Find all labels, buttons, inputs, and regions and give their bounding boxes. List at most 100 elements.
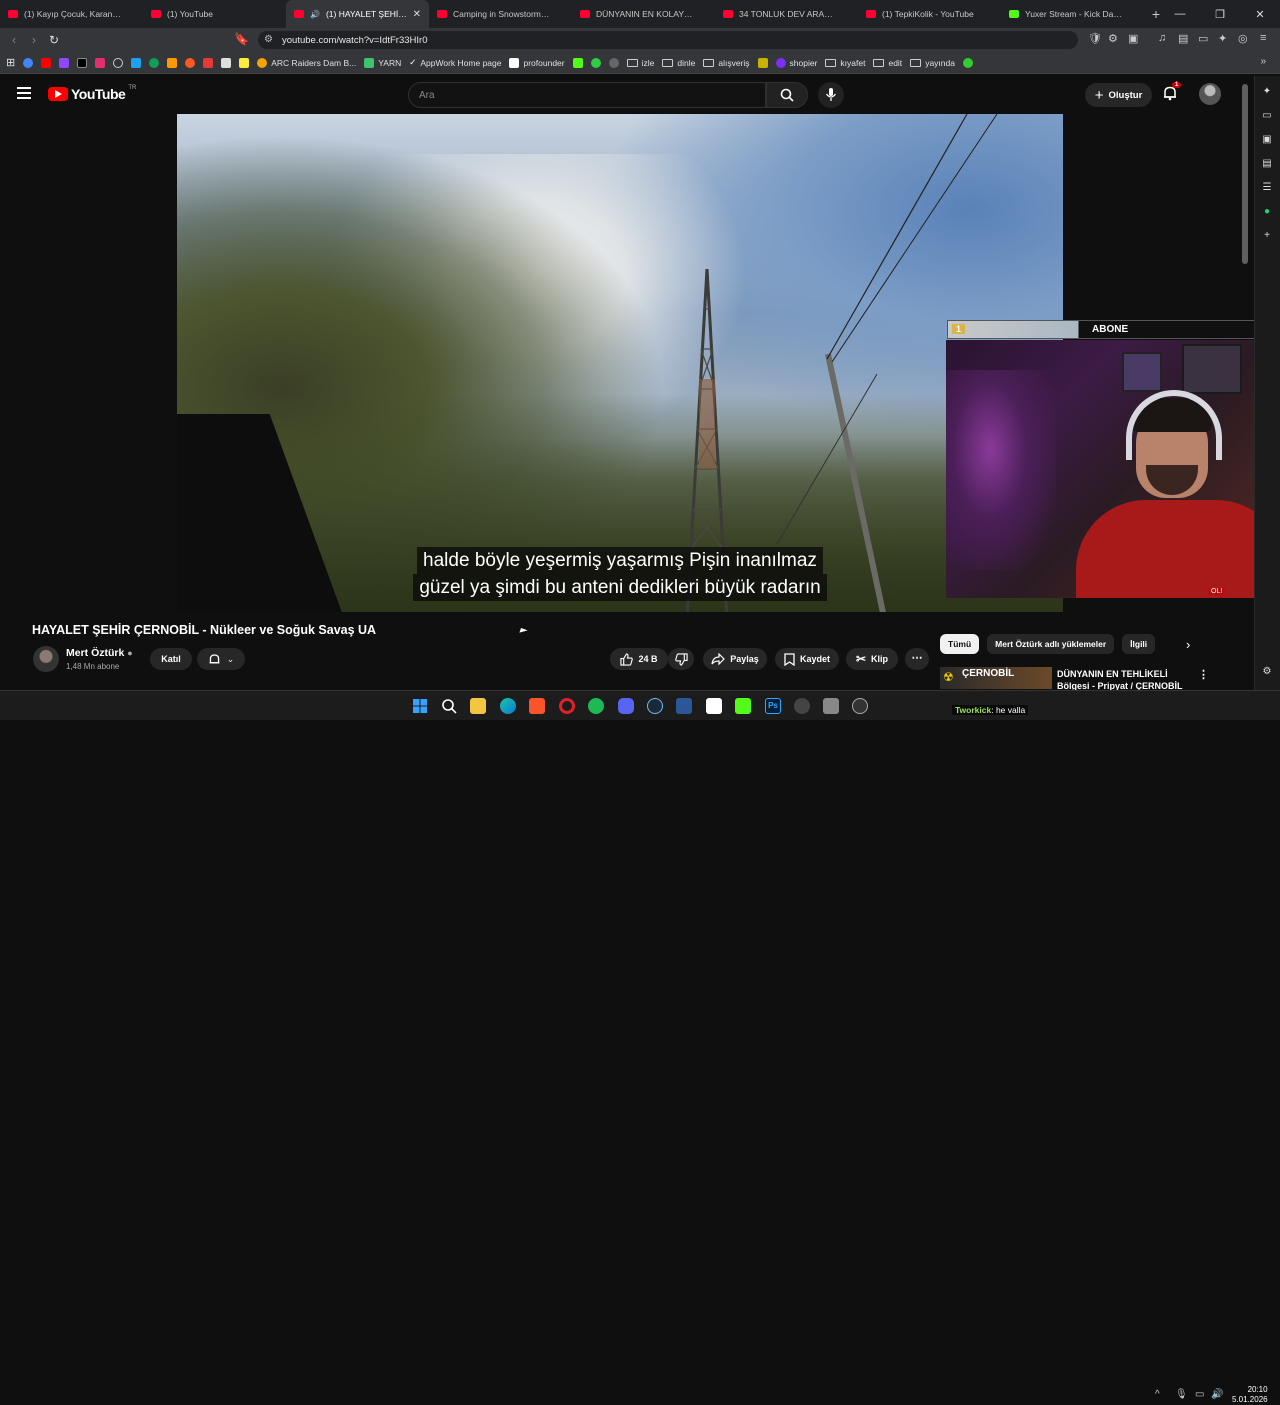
bookmark-favicon-icon[interactable] [167, 57, 178, 68]
browser-tab[interactable]: DÜNYANIN EN KOLAY BANKA [572, 0, 715, 28]
minimize-icon[interactable]: — [1160, 8, 1200, 20]
bookmark-icon[interactable]: 🔖 [234, 32, 249, 46]
tray-chevron-icon[interactable]: ^ [1155, 1389, 1160, 1400]
bookmark-folder-kiyafet[interactable]: kıyafet [825, 58, 865, 68]
bookmark-favicon-icon[interactable] [608, 57, 619, 68]
browser-tab[interactable]: (1) YouTube [143, 0, 286, 28]
bookmark-appwork[interactable]: ✓ AppWork Home page [409, 57, 501, 68]
browser-tab[interactable]: (1) Kayıp Çocuk, Karanlık Hatıra [0, 0, 143, 28]
browser-tab-active[interactable]: 🔊 (1) HAYALET ŞEHİR ÇERNOBİL✕ [286, 0, 429, 28]
spotify-icon[interactable] [588, 698, 604, 714]
clip-button[interactable]: ✂ Klip [846, 648, 898, 670]
account-avatar[interactable] [1199, 83, 1221, 105]
brave-shield-icon[interactable]: 🛡 [1088, 32, 1102, 45]
file-explorer-icon[interactable] [470, 698, 486, 714]
search-input[interactable]: Ara [408, 82, 766, 108]
extension-icon[interactable]: ⚙ [1108, 32, 1118, 45]
network-icon[interactable]: ▭ [1195, 1389, 1204, 1400]
site-info-icon[interactable]: ⚙ [264, 34, 273, 45]
bookmark-folder-edit[interactable]: edit [873, 58, 902, 68]
bookmark-favicon-icon[interactable] [590, 57, 601, 68]
video-options-icon[interactable]: ⋮ [1198, 668, 1209, 681]
sidebar-toggle-icon[interactable]: ▤ [1178, 32, 1188, 45]
whatsapp-icon[interactable]: ● [1261, 206, 1273, 218]
recommended-video-title[interactable]: DÜNYANIN EN TEHLİKELİ Bölgesi - Pripyat … [1057, 668, 1185, 690]
history-icon[interactable]: ☰ [1261, 182, 1273, 194]
leo-ai-icon[interactable]: ✦ [1261, 86, 1273, 98]
dislike-button[interactable] [668, 648, 694, 670]
bookmark-shopier[interactable]: shopier [775, 57, 817, 68]
save-button[interactable]: Kaydet [775, 648, 839, 670]
bookmark-arc-raiders[interactable]: ARC Raiders Dam B... [257, 57, 356, 68]
more-actions-button[interactable]: ⋯ [905, 648, 929, 670]
bookmark-favicon-icon[interactable] [131, 57, 142, 68]
steam-icon[interactable] [647, 698, 663, 714]
wallet-icon[interactable]: ▭ [1198, 32, 1208, 45]
bookmark-favicon-icon[interactable] [757, 57, 768, 68]
browser-tab[interactable]: 34 TONLUK DEV ARAÇ İCAT ED [715, 0, 858, 28]
bookmark-folder-alisveris[interactable]: alışveriş [703, 58, 750, 68]
bookmark-favicon-icon[interactable] [962, 57, 973, 68]
music-icon[interactable]: ♫ [1158, 32, 1166, 44]
bookmark-favicon-icon[interactable] [113, 57, 124, 68]
app-icon[interactable] [823, 698, 839, 714]
calculator-icon[interactable] [676, 698, 692, 714]
search-icon[interactable] [441, 698, 457, 714]
menu-hamburger-icon[interactable] [17, 87, 31, 99]
voice-search-button[interactable] [818, 82, 844, 108]
photoshop-icon[interactable]: Ps [765, 698, 781, 714]
windows-start-icon[interactable] [412, 698, 428, 714]
bookmark-favicon-icon[interactable] [572, 57, 583, 68]
kick-icon[interactable] [735, 698, 751, 714]
channel-avatar[interactable] [33, 646, 59, 672]
edge-browser-icon[interactable] [500, 698, 516, 714]
bookmark-favicon-icon[interactable] [59, 57, 70, 68]
bookmark-favicon-icon[interactable] [185, 57, 196, 68]
app-icon[interactable] [706, 698, 722, 714]
bookmark-favicon-icon[interactable] [203, 57, 214, 68]
ai-icon[interactable]: ✦ [1218, 32, 1227, 45]
bookmark-favicon-icon[interactable] [239, 57, 250, 68]
forward-icon[interactable]: › [24, 33, 44, 47]
bookmark-yarn[interactable]: YARN [364, 57, 401, 68]
chip-related[interactable]: İlgili [1122, 634, 1156, 654]
add-panel-icon[interactable]: + [1261, 230, 1273, 242]
bookmark-favicon-icon[interactable] [221, 57, 232, 68]
wallet-icon[interactable]: ▣ [1261, 134, 1273, 146]
more-bookmarks-icon[interactable]: » [1260, 56, 1266, 67]
brave-browser-icon[interactable] [529, 698, 545, 714]
subscription-notify-button[interactable]: ⌄ [197, 648, 245, 670]
obs-icon[interactable] [794, 698, 810, 714]
chip-all[interactable]: Tümü [940, 634, 980, 654]
channel-name-row[interactable]: Mert Öztürk ● [66, 647, 133, 659]
browser-tab[interactable]: (1) TepkiKolik - YouTube [858, 0, 1001, 28]
page-scrollbar[interactable] [1242, 84, 1248, 264]
volume-icon[interactable]: 🔊 [1211, 1389, 1223, 1400]
speaker-icon[interactable]: 🔊 [310, 10, 320, 19]
extension-icon[interactable]: ▣ [1128, 32, 1138, 45]
app-icon[interactable] [852, 698, 868, 714]
video-player[interactable]: halde böyle yeşermiş yaşarmış Pişin inan… [177, 114, 1063, 612]
settings-gear-icon[interactable]: ⚙ [1261, 666, 1273, 678]
bookmark-favicon-icon[interactable] [77, 57, 88, 68]
apps-grid-icon[interactable]: ⊞ [6, 56, 15, 69]
create-button[interactable]: + Oluştur [1085, 83, 1152, 107]
chevron-right-icon[interactable]: › [1186, 637, 1190, 652]
bookmark-folder-dinle[interactable]: dinle [662, 58, 695, 68]
like-button[interactable]: 24 B [610, 648, 668, 670]
bookmarks-panel-icon[interactable]: ▤ [1261, 158, 1273, 170]
bookmark-favicon-icon[interactable] [41, 57, 52, 68]
youtube-logo[interactable]: YouTube TR [48, 85, 136, 102]
microphone-icon[interactable]: 🎙 [1175, 1389, 1188, 1400]
search-button[interactable] [766, 82, 808, 108]
opera-browser-icon[interactable] [559, 698, 575, 714]
bookmark-folder-yayinda[interactable]: yayında [910, 58, 955, 68]
bookmark-favicon-icon[interactable] [149, 57, 160, 68]
vpn-icon[interactable]: ◎ [1238, 32, 1248, 45]
system-clock[interactable]: 20:10 5.01.2026 [1232, 1385, 1268, 1405]
reading-list-icon[interactable]: ▭ [1261, 110, 1273, 122]
join-button[interactable]: Katıl [150, 648, 192, 670]
share-button[interactable]: Paylaş [703, 648, 767, 670]
bookmark-favicon-icon[interactable] [95, 57, 106, 68]
menu-icon[interactable]: ≡ [1260, 32, 1266, 44]
